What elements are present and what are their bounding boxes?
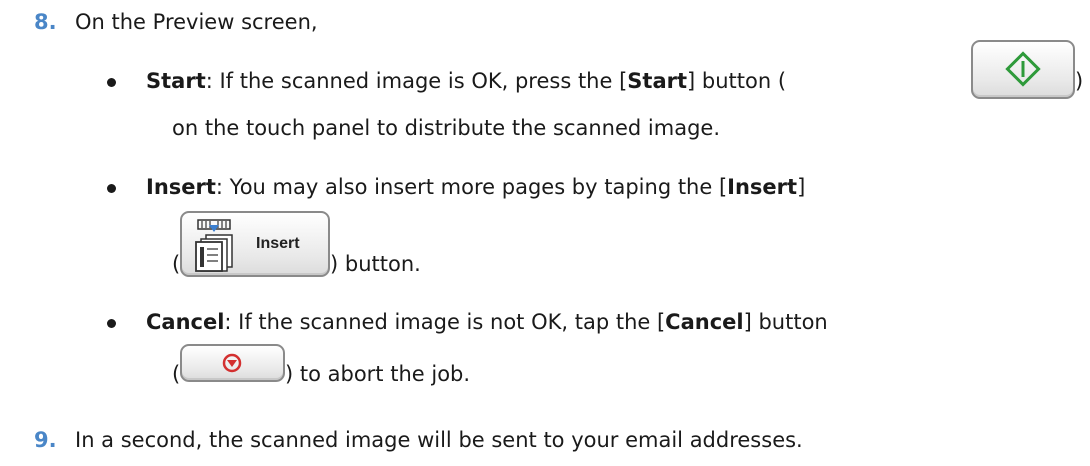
start-text-before: : If the scanned image is OK, press the … bbox=[205, 69, 628, 93]
cancel-open-paren: ( bbox=[172, 362, 181, 386]
step-9-number: 9. bbox=[34, 428, 57, 452]
start-bullet-line1: Start: If the scanned image is OK, press… bbox=[146, 71, 786, 92]
step-8-number: 8. bbox=[34, 10, 57, 34]
step-8-text: On the Preview screen, bbox=[75, 10, 318, 34]
insert-bold-inline: Insert bbox=[727, 175, 798, 199]
insert-button-image: Insert bbox=[180, 211, 330, 277]
start-close-paren: ) bbox=[1075, 69, 1084, 93]
cancel-bullet-line1: Cancel: If the scanned image is not OK, … bbox=[146, 312, 828, 333]
cancel-text-before: : If the scanned image is not OK, tap th… bbox=[224, 310, 666, 334]
insert-text-after: ] bbox=[797, 175, 806, 199]
start-text-after: ] button ( bbox=[687, 69, 787, 93]
insert-open-paren: ( bbox=[172, 252, 181, 276]
insert-bullet-line2: ) button. bbox=[330, 252, 421, 276]
insert-text-before: : You may also insert more pages by tapi… bbox=[215, 175, 728, 199]
start-term: Start bbox=[146, 69, 206, 93]
cancel-term: Cancel bbox=[146, 310, 225, 334]
cancel-bullet-line2: ) to abort the job. bbox=[285, 362, 471, 386]
insert-term: Insert bbox=[146, 175, 216, 199]
insert-button-label: Insert bbox=[256, 235, 300, 252]
cancel-bold-inline: Cancel bbox=[665, 310, 744, 334]
bullet-dot bbox=[107, 319, 116, 328]
start-bullet-line2: on the touch panel to distribute the sca… bbox=[172, 116, 720, 140]
start-button-image bbox=[971, 40, 1075, 99]
step-9-text: In a second, the scanned image will be s… bbox=[75, 428, 803, 452]
cancel-stop-icon bbox=[222, 353, 242, 373]
start-bold-inline: Start bbox=[627, 69, 688, 93]
bullet-dot bbox=[107, 184, 116, 193]
bullet-dot bbox=[107, 78, 116, 87]
cancel-text-after: ] button bbox=[743, 310, 828, 334]
insert-pages-icon bbox=[195, 219, 233, 272]
cancel-button-image bbox=[180, 344, 285, 382]
insert-bullet-line1: Insert: You may also insert more pages b… bbox=[146, 177, 805, 198]
start-diamond-icon bbox=[1005, 51, 1041, 87]
